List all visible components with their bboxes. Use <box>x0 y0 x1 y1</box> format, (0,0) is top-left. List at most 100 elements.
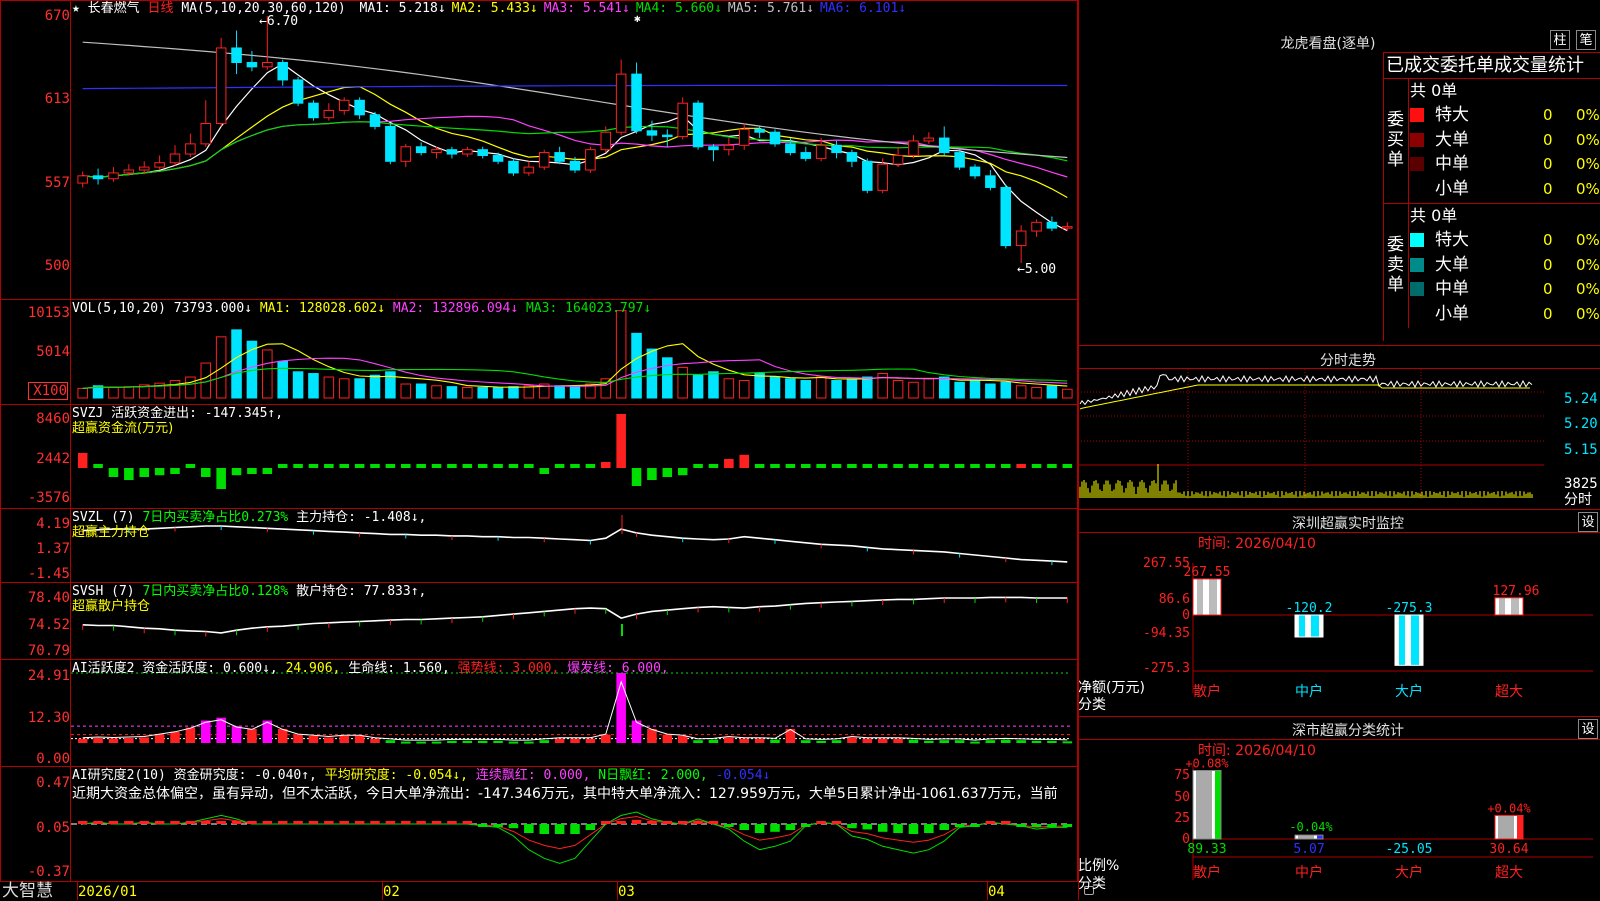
candle-body <box>538 152 550 168</box>
vol-bar <box>462 387 473 399</box>
research-bar <box>431 821 442 824</box>
flow-bar <box>308 464 319 468</box>
svzl-tick: -1.45 <box>27 566 70 582</box>
flow-bar <box>108 468 119 477</box>
flow-bar <box>477 464 488 468</box>
svzl-header: SVZL (7) 7日内买卖净占比0.273% 主力持仓: -1.408↓, <box>72 510 426 526</box>
activity-bar <box>108 738 119 743</box>
order-row: 特大 0 0% <box>1410 104 1600 126</box>
research-bar <box>1001 821 1011 824</box>
activity-bar <box>831 740 842 743</box>
vol-bar <box>785 378 796 399</box>
candle-body <box>77 175 88 184</box>
order-count: 0 <box>1543 155 1553 173</box>
research-bar <box>785 824 796 830</box>
bar-mode-button[interactable]: 柱 <box>1550 30 1570 50</box>
air-header: AI研究度2(10) 资金研究度: -0.040↑, 平均研究度: -0.054… <box>72 768 770 784</box>
svzl-ratio: 7日内买卖净占比0.273% <box>142 510 289 525</box>
activity-bar <box>431 741 442 744</box>
air-tick: 0.47 <box>36 775 70 791</box>
fl-settings-button[interactable]: 设 <box>1578 719 1598 739</box>
buy-total: 共 0单 <box>1410 81 1458 100</box>
candle-body <box>800 152 812 159</box>
ma-item: MA5: 5.761↓ <box>727 1 815 16</box>
research-bar <box>585 824 596 830</box>
order-row: 小单 0 0% <box>1410 178 1600 200</box>
vol-bar <box>908 381 919 399</box>
vol-bar <box>985 383 996 399</box>
candle-body <box>908 140 919 156</box>
flow-bar <box>247 468 257 474</box>
sz-xlabel: 分类 <box>1078 697 1106 713</box>
vol-bar <box>800 380 812 399</box>
research-bar <box>108 821 119 824</box>
ai-header: AI活跃度2 资金活跃度: 0.600↓, 24.906, 生命线: 1.560… <box>72 661 669 677</box>
candle-body <box>1031 221 1042 232</box>
sz-ytick: -275.3 <box>1143 661 1190 676</box>
candle-body <box>385 125 396 162</box>
vol-value: 73793.000↓ <box>173 301 253 316</box>
sz-monitor-chart: 267.5586.60-94.35-275.3267.55散户-120.2中户-… <box>1143 556 1593 700</box>
vol-bar <box>831 380 842 399</box>
activity-bar <box>462 740 473 743</box>
activity-bar <box>139 737 149 743</box>
sz-value: -120.2 <box>1286 601 1333 616</box>
candle-body <box>554 152 565 162</box>
candle-body <box>723 144 735 151</box>
candle-body <box>754 128 765 133</box>
svsh-hold: 散户持仓: 77.833↑, <box>296 584 427 599</box>
activity-bar <box>908 739 919 743</box>
vol-bar <box>1015 385 1027 399</box>
ma-item: MA2: 5.433↓ <box>451 1 538 16</box>
vol-bar <box>354 378 365 399</box>
sz-ytick: 0 <box>1182 608 1190 623</box>
star-icon[interactable]: ★ <box>72 1 80 16</box>
activity-bar <box>1031 740 1042 743</box>
candle-body <box>600 131 612 151</box>
research-bar <box>493 824 503 827</box>
intraday-chart[interactable] <box>1078 369 1548 508</box>
candle-body <box>892 154 904 165</box>
research-bar <box>93 821 103 824</box>
order-pct: 0% <box>1576 255 1600 274</box>
candle-body <box>646 130 658 136</box>
retail-line <box>82 596 1068 634</box>
research-bar <box>739 824 749 830</box>
fl-value: -25.05 <box>1386 842 1433 857</box>
holding-line <box>82 525 1068 563</box>
flow-bar <box>493 464 503 468</box>
sz-settings-button[interactable]: 设 <box>1578 512 1598 532</box>
vol-bar <box>492 387 504 399</box>
svsh-sub: 超赢散户持仓 <box>72 599 151 614</box>
activity-bar <box>570 738 580 743</box>
fl-title: 深市超赢分类统计 <box>1292 723 1404 739</box>
candle-body <box>677 102 688 138</box>
vol-bar <box>385 371 396 399</box>
air-v5: -0.054↓ <box>715 768 771 783</box>
stock-name[interactable]: 长春燃气 <box>88 1 140 16</box>
ai-v3: 生命线: 1.560, <box>348 661 450 676</box>
vol-bar <box>692 374 704 399</box>
candle-body <box>923 137 935 142</box>
period-label[interactable]: 日线 <box>148 1 174 16</box>
candle-body <box>662 134 673 138</box>
svsh-title: SVSH (7) <box>72 584 135 599</box>
vol-bar <box>938 376 950 399</box>
vol-bar <box>108 387 119 399</box>
chart-canvas[interactable]: ✱ <box>71 0 1077 900</box>
vol-bar <box>446 386 458 399</box>
swatch <box>1410 157 1424 171</box>
flow-bar <box>801 464 811 468</box>
candle-body <box>169 153 181 164</box>
date-label: 04 <box>988 884 1005 900</box>
sz-bar-shine <box>1305 615 1311 637</box>
svzl-tick: 1.37 <box>36 541 70 557</box>
flow-bar <box>170 468 180 474</box>
activity-bar <box>862 738 873 743</box>
tick-mode-button[interactable]: 笔 <box>1576 30 1596 50</box>
candle-body <box>92 175 104 180</box>
vol-bar <box>77 387 88 399</box>
candle-body <box>354 99 365 116</box>
svzj-tick: 8460 <box>36 411 70 427</box>
activity-bar <box>1047 740 1057 743</box>
